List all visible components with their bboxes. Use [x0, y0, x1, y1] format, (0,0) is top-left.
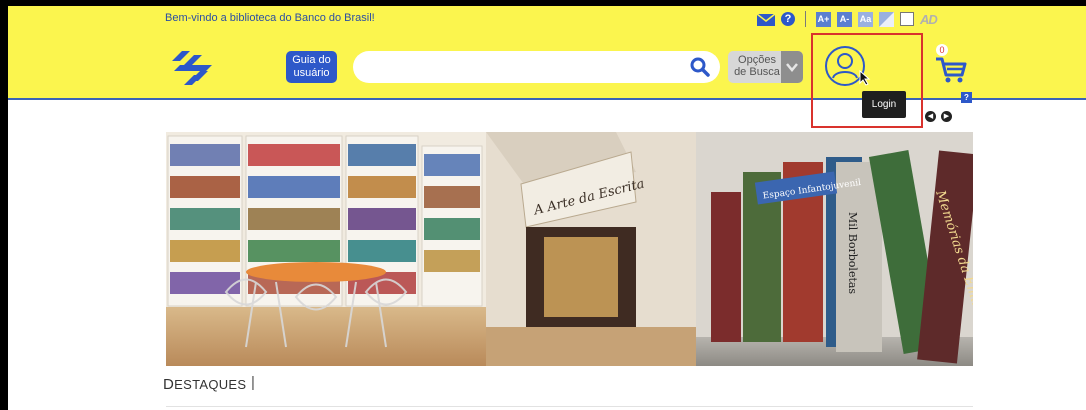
search-icon[interactable]: [690, 57, 710, 77]
destaques-rest: ESTAQUES: [174, 377, 247, 392]
user-guide-label-line1: Guia do: [292, 54, 331, 66]
chevron-down-icon[interactable]: [781, 51, 803, 83]
carousel-prev-icon[interactable]: ◀: [925, 111, 936, 122]
ad-logo: AD: [920, 11, 938, 27]
search-options-label-line1: Opções: [738, 54, 776, 66]
destaques-heading[interactable]: DESTAQUES: [163, 376, 246, 393]
cart-help-icon[interactable]: ?: [961, 92, 972, 103]
user-guide-button[interactable]: Guia do usuário: [286, 51, 337, 83]
cursor-icon: [859, 69, 871, 86]
search-options-button[interactable]: Opções de Busca: [728, 51, 803, 83]
toolbar-divider: [805, 11, 806, 27]
book-label-mil-borboletas: Mil Borboletas: [846, 212, 859, 294]
contrast-icon[interactable]: [879, 11, 894, 27]
decrease-font-icon[interactable]: A-: [837, 11, 852, 27]
library-banner-image[interactable]: A Arte da Escrita Espaço Infantojuvenil …: [166, 132, 973, 366]
carousel-nav: ◀ ▶: [925, 111, 952, 122]
carousel-next-icon[interactable]: ▶: [941, 111, 952, 122]
destaques-first-letter: D: [163, 376, 175, 393]
content-divider: [166, 406, 973, 407]
search-options-label: Opções de Busca: [732, 54, 782, 78]
accessibility-toolbar: ? A+ A- Aa AD: [756, 10, 938, 28]
cart-icon[interactable]: [934, 55, 968, 85]
login-tooltip: Login: [862, 91, 906, 118]
banco-do-brasil-logo[interactable]: [172, 51, 212, 85]
user-guide-label-line2: usuário: [293, 67, 330, 79]
mail-icon[interactable]: [756, 13, 776, 26]
welcome-text: Bem-vindo a biblioteca do Banco do Brasi…: [165, 12, 375, 24]
checkbox-icon[interactable]: [900, 12, 914, 26]
search-input[interactable]: [353, 51, 720, 83]
font-style-icon[interactable]: Aa: [858, 11, 873, 27]
increase-font-icon[interactable]: A+: [816, 11, 831, 27]
help-icon[interactable]: ?: [781, 12, 795, 26]
destaques-separator: |: [251, 374, 255, 391]
search-options-label-line2: de Busca: [734, 66, 780, 78]
